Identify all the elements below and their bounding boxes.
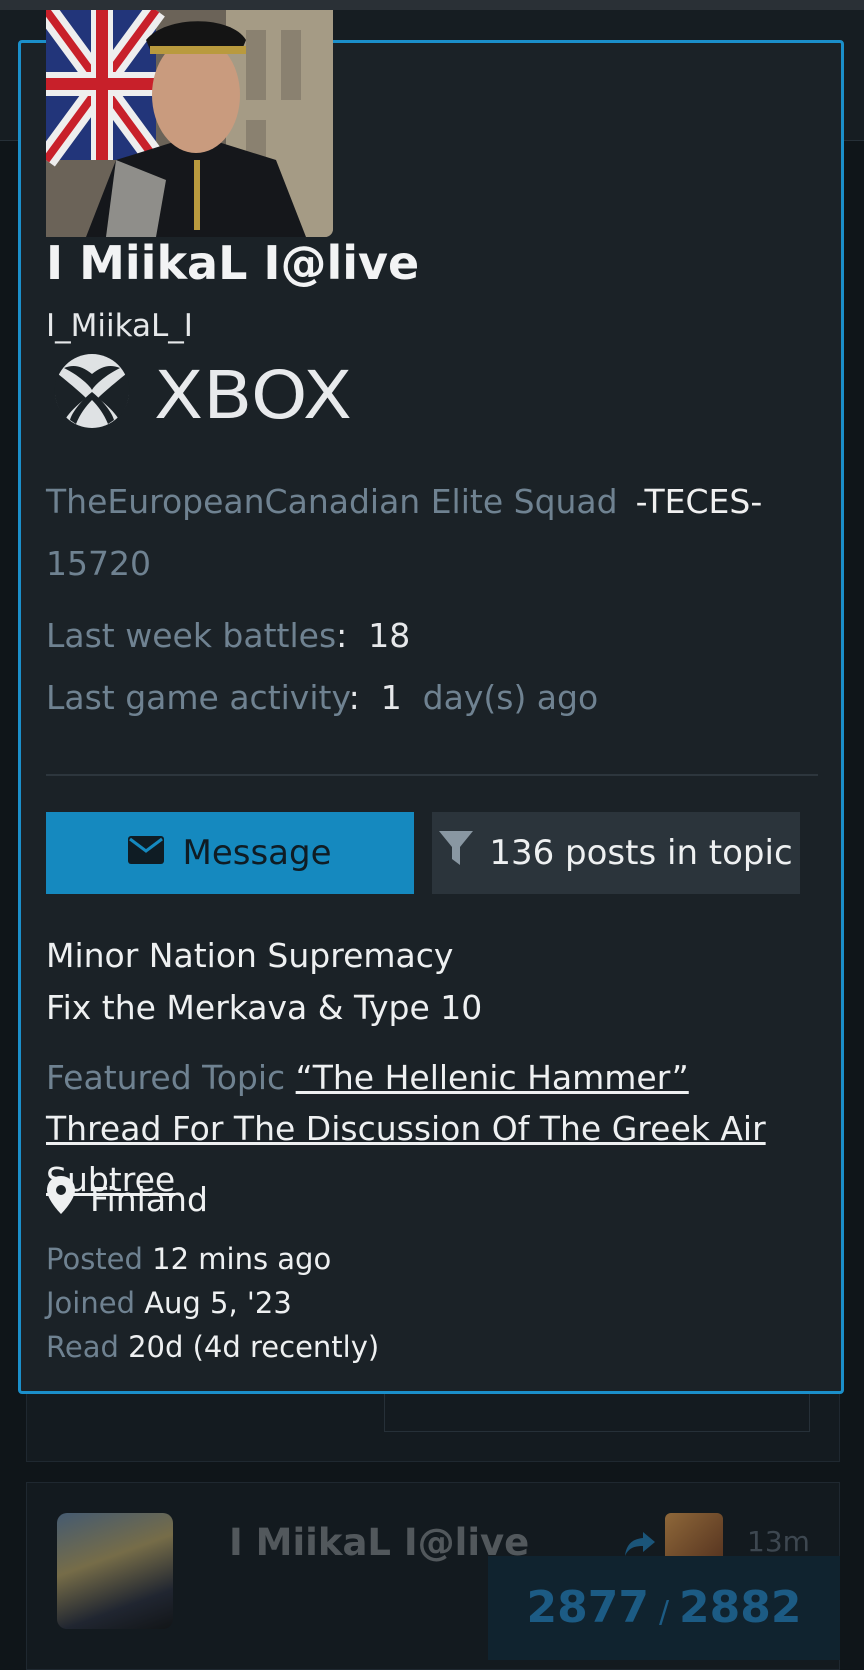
joined-label: Joined	[46, 1286, 135, 1320]
last-week-battles-value: 18	[368, 616, 411, 655]
last-activity-unit: day(s) ago	[422, 678, 599, 717]
post-author-name[interactable]: I MiikaL I@live	[229, 1521, 529, 1564]
posted-label: Posted	[46, 1242, 143, 1276]
user-location: Finland	[46, 1176, 208, 1222]
user-display-name[interactable]: I MiikaL I@live	[46, 236, 419, 290]
progress-separator: /	[658, 1595, 670, 1630]
posts-in-topic-button[interactable]: 136 posts in topic	[432, 812, 800, 894]
filter-icon	[439, 830, 474, 876]
last-activity-row: Last game activity: 1 day(s) ago	[46, 678, 599, 717]
svg-text:XBOX: XBOX	[154, 357, 352, 428]
message-button-label: Message	[182, 833, 332, 873]
top-status-bar	[0, 0, 864, 10]
progress-current: 2877	[526, 1582, 649, 1633]
posted-row: Posted 12 mins ago	[46, 1242, 331, 1276]
read-row: Read 20d (4d recently)	[46, 1330, 379, 1364]
last-activity-value: 1	[380, 678, 402, 717]
read-value: 20d (4d recently)	[128, 1330, 380, 1364]
read-label: Read	[46, 1330, 119, 1364]
post-avatar[interactable]	[57, 1513, 173, 1629]
last-activity-label: Last game activity	[46, 678, 349, 717]
topic-progress[interactable]: 2877 / 2882	[488, 1556, 840, 1660]
envelope-icon	[128, 833, 165, 873]
posts-in-topic-label: 136 posts in topic	[489, 833, 793, 873]
rating-value: 15720	[46, 544, 151, 583]
joined-value: Aug 5, '23	[144, 1286, 292, 1320]
xbox-logo: XBOX	[46, 354, 356, 434]
joined-row: Joined Aug 5, '23	[46, 1286, 292, 1320]
signature-line-2: Fix the Merkava & Type 10	[46, 988, 483, 1027]
map-pin-icon	[46, 1176, 76, 1222]
squad-tag: -TECES-	[635, 482, 763, 521]
location-name: Finland	[90, 1179, 208, 1219]
user-username[interactable]: I_MiikaL_I	[46, 308, 193, 344]
posted-value: 12 mins ago	[152, 1242, 332, 1276]
card-divider	[46, 774, 818, 776]
squad-name[interactable]: TheEuropeanCanadian Elite Squad	[46, 482, 618, 521]
squad-row: TheEuropeanCanadian Elite Squad -TECES-	[46, 482, 762, 521]
featured-topic-label: Featured Topic	[46, 1058, 286, 1097]
post-time: 13m	[747, 1525, 810, 1558]
signature-line-1: Minor Nation Supremacy	[46, 936, 454, 975]
progress-total: 2882	[679, 1582, 802, 1633]
message-button[interactable]: Message	[46, 812, 414, 894]
last-week-battles-label: Last week battles	[46, 616, 337, 655]
user-avatar[interactable]	[46, 10, 333, 237]
last-week-battles-row: Last week battles: 18	[46, 616, 411, 655]
